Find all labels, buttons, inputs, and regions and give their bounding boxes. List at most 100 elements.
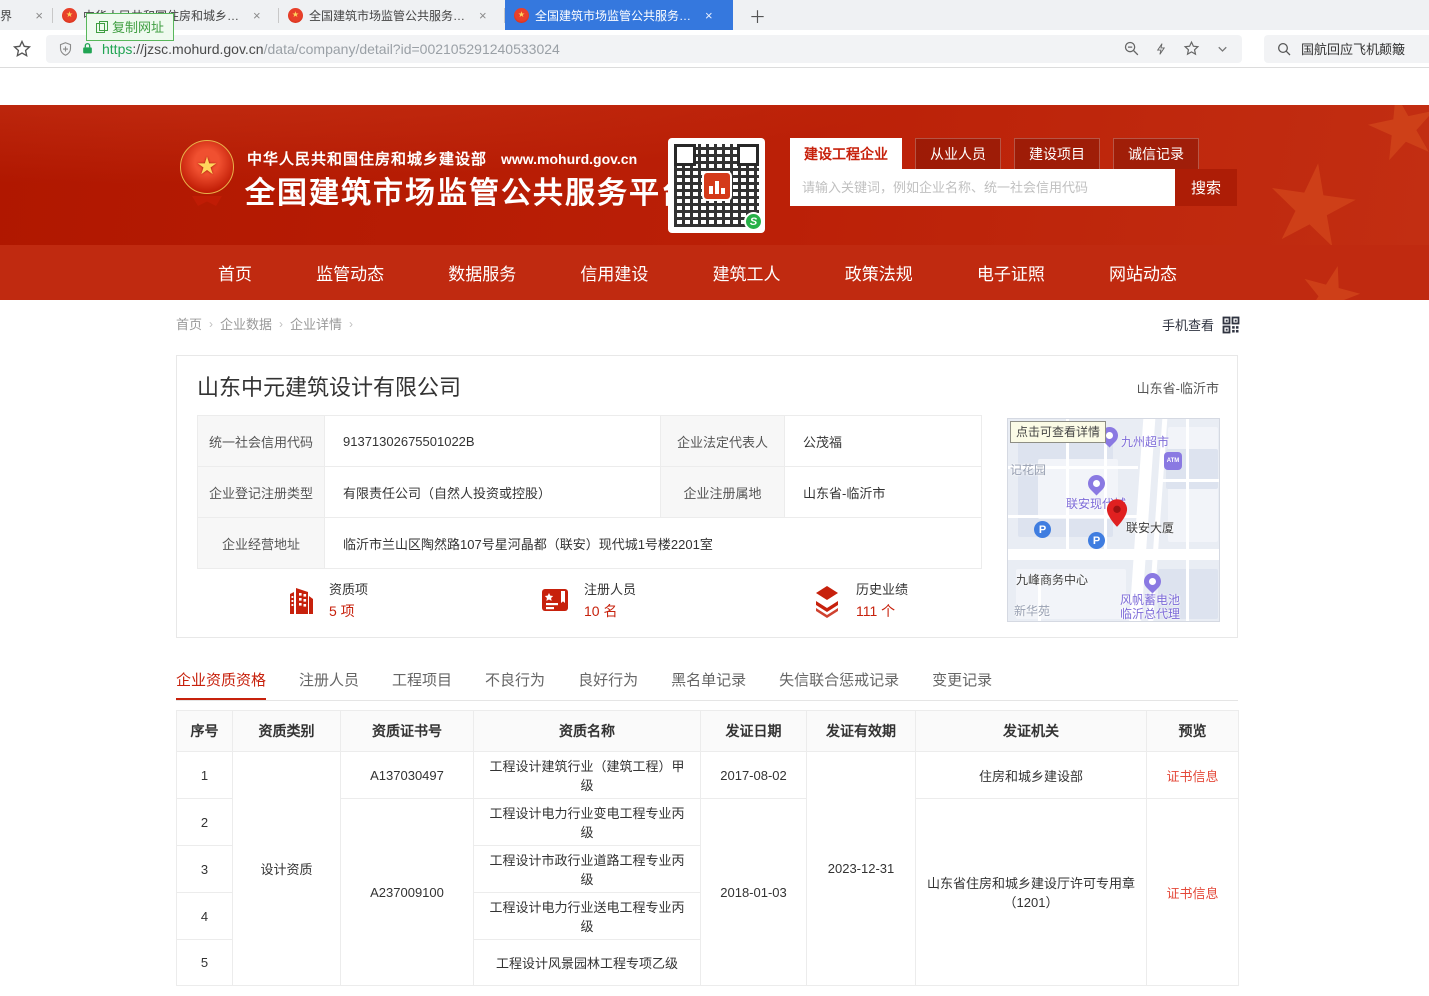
header-search-panel: 建设工程企业 从业人员 建设项目 诚信记录 搜索 (790, 138, 1237, 206)
tab-close-icon[interactable]: × (35, 8, 43, 23)
map-label-garden: 记花园 (1010, 461, 1046, 478)
new-tab-button[interactable]: ＋ (749, 3, 766, 28)
breadcrumb-home[interactable]: 首页 (176, 314, 202, 333)
url-path: /data/company/detail?id=0021052912405330… (264, 41, 560, 57)
breadcrumb-separator: › (209, 317, 213, 331)
tab-close-icon[interactable]: × (253, 8, 261, 23)
map-parking-icon: P (1088, 532, 1105, 549)
nav-item-home[interactable]: 首页 (218, 260, 252, 285)
search-input[interactable] (790, 169, 1175, 206)
company-info-table: 统一社会信用代码 91371302675501022B 企业法定代表人 公茂福 … (197, 415, 982, 569)
stat-value: 10 名 (584, 601, 636, 621)
mini-program-icon: S (744, 212, 763, 231)
copy-url-tooltip[interactable]: 复制网址 (86, 13, 174, 41)
browser-tab-active[interactable]: ★ 全国建筑市场监管公共服务平台 × (505, 0, 733, 30)
tab-close-icon[interactable]: × (479, 8, 487, 23)
cell-valid-until: 2023-12-31 (807, 752, 916, 986)
building-icon (282, 582, 318, 618)
cell-seq: 1 (177, 752, 233, 799)
main-navigation: 首页 监管动态 数据服务 信用建设 建筑工人 政策法规 电子证照 网站动态 (0, 245, 1429, 300)
certificate-info-link[interactable]: 证书信息 (1166, 769, 1218, 784)
mobile-view-link[interactable]: 手机查看 (1162, 315, 1240, 334)
stat-label: 注册人员 (584, 579, 636, 598)
tab-dishonesty-records[interactable]: 失信联合惩戒记录 (779, 663, 899, 700)
site-info-shield-icon[interactable] (58, 41, 73, 57)
qr-center-logo (702, 171, 732, 201)
company-region: 山东省-临沂市 (1137, 378, 1219, 397)
breadcrumb-separator: › (279, 317, 283, 331)
search-tab-project[interactable]: 建设项目 (1014, 138, 1100, 169)
nav-item-supervision[interactable]: 监管动态 (316, 260, 384, 285)
cell-issue-date: 2018-01-03 (701, 799, 807, 986)
col-seq: 序号 (177, 711, 233, 752)
search-icon (1276, 41, 1292, 57)
ministry-url: www.mohurd.gov.cn (501, 151, 637, 167)
reg-type-value: 有限责任公司（自然人投资或控股） (325, 467, 661, 518)
address-label: 企业经营地址 (198, 518, 325, 569)
stat-label: 历史业绩 (856, 579, 908, 598)
nav-item-data-service[interactable]: 数据服务 (448, 260, 516, 285)
flag-star-decor (1262, 157, 1361, 245)
address-bar[interactable]: https://jzsc.mohurd.gov.cn/data/company/… (46, 35, 1242, 63)
map-tooltip: 点击可查看详情 (1010, 421, 1106, 443)
nav-item-news[interactable]: 网站动态 (1109, 260, 1177, 285)
nav-item-certificate[interactable]: 电子证照 (977, 260, 1045, 285)
chevron-down-icon[interactable] (1215, 41, 1230, 56)
nav-item-workers[interactable]: 建筑工人 (713, 260, 781, 285)
ssl-lock-icon (81, 41, 94, 56)
lightning-icon[interactable] (1155, 41, 1168, 57)
tab-qualifications[interactable]: 企业资质资格 (176, 663, 266, 700)
hot-search-box[interactable]: 国航回应飞机颠簸 (1264, 35, 1429, 63)
emblem-icon: ★ (514, 8, 529, 23)
stat-label: 资质项 (329, 579, 368, 598)
company-name: 山东中元建筑设计有限公司 (197, 370, 461, 402)
bookmark-star-icon[interactable] (12, 39, 32, 59)
tab-projects[interactable]: 工程项目 (392, 663, 452, 700)
col-preview: 预览 (1147, 711, 1239, 752)
browser-tab-strip: 界 × ★ 中华人民共和国住房和城乡建设 × ★ 全国建筑市场监管公共服务平台 … (0, 0, 1429, 30)
stat-history-performance: 历史业绩 111 个 (809, 578, 908, 622)
location-map[interactable]: 点击可查看详情 九州超市 ATM 记花园 联安现代城 联安大厦 P P 九峰商务… (1007, 418, 1220, 622)
emblem-icon: ★ (62, 8, 77, 23)
tab-blacklist[interactable]: 黑名单记录 (671, 663, 746, 700)
search-tab-credit[interactable]: 诚信记录 (1113, 138, 1199, 169)
tab-registered-personnel[interactable]: 注册人员 (299, 663, 359, 700)
browser-tab-partial[interactable]: 界 × (0, 0, 52, 30)
nav-item-policy[interactable]: 政策法规 (845, 260, 913, 285)
url-scheme: https (102, 41, 132, 57)
tab-bad-behavior[interactable]: 不良行为 (485, 663, 545, 700)
certificate-info-link[interactable]: 证书信息 (1166, 886, 1218, 901)
browser-tab-jzsc[interactable]: ★ 全国建筑市场监管公共服务平台 × (279, 0, 504, 30)
col-authority: 发证机关 (916, 711, 1147, 752)
address-value: 临沂市兰山区陶然路107号星河晶都（联安）现代城1号楼2201室 (325, 518, 982, 569)
search-tab-enterprise[interactable]: 建设工程企业 (790, 138, 902, 169)
table-row: 企业经营地址 临沂市兰山区陶然路107号星河晶都（联安）现代城1号楼2201室 (198, 518, 982, 569)
search-tab-personnel[interactable]: 从业人员 (915, 138, 1001, 169)
detail-section-tabs: 企业资质资格 注册人员 工程项目 不良行为 良好行为 黑名单记录 失信联合惩戒记… (176, 663, 1238, 701)
credit-code-label: 统一社会信用代码 (198, 416, 325, 467)
cell-category: 设计资质 (233, 752, 341, 986)
favorite-star-icon[interactable] (1183, 40, 1200, 57)
address-bar-actions (1123, 40, 1230, 57)
tab-good-behavior[interactable]: 良好行为 (578, 663, 638, 700)
tab-title: 全国建筑市场监管公共服务平台 (309, 7, 469, 24)
nav-item-credit[interactable]: 信用建设 (580, 260, 648, 285)
search-button[interactable]: 搜索 (1175, 169, 1237, 206)
breadcrumb-company-detail[interactable]: 企业详情 (290, 314, 342, 333)
breadcrumb-company-data[interactable]: 企业数据 (220, 314, 272, 333)
cell-cert-name: 工程设计电力行业变电工程专业丙级 (474, 799, 701, 846)
flag-star-decor (1293, 258, 1366, 300)
map-red-marker-icon (1106, 499, 1128, 527)
tab-close-icon[interactable]: × (705, 8, 713, 23)
stat-qualifications: 资质项 5 项 (282, 578, 368, 622)
table-header-row: 序号 资质类别 资质证书号 资质名称 发证日期 发证有效期 发证机关 预览 (177, 711, 1239, 752)
cell-issue-date: 2017-08-02 (701, 752, 807, 799)
tab-change-records[interactable]: 变更记录 (932, 663, 992, 700)
cell-cert-no: A237009100 (341, 799, 474, 986)
zoom-out-icon[interactable] (1123, 40, 1140, 57)
map-label-battery-2: 临沂总代理 (1120, 605, 1180, 622)
table-row: 企业登记注册类型 有限责任公司（自然人投资或控股） 企业注册属地 山东省-临沂市 (198, 467, 982, 518)
cell-seq: 2 (177, 799, 233, 846)
col-valid-until: 发证有效期 (807, 711, 916, 752)
cell-cert-name: 工程设计建筑行业（建筑工程）甲级 (474, 752, 701, 799)
